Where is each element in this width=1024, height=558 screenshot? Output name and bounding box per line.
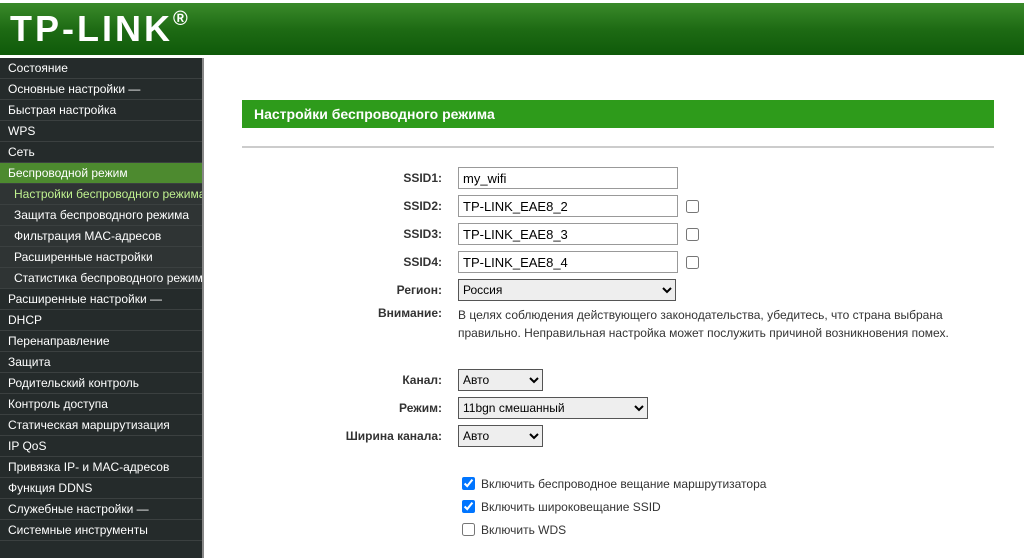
chwidth-label: Ширина канала: <box>242 429 458 443</box>
channel-select[interactable]: Авто <box>458 369 543 391</box>
page-title: Настройки беспроводного режима <box>242 100 994 128</box>
ssid1-input[interactable] <box>458 167 678 189</box>
radio-on-checkbox[interactable] <box>462 477 475 490</box>
region-label: Регион: <box>242 283 458 297</box>
sidebar-subitem[interactable]: Расширенные настройки <box>0 247 202 268</box>
sidebar-item[interactable]: Сеть <box>0 142 202 163</box>
ssid4-checkbox[interactable] <box>686 256 699 269</box>
ssid4-input[interactable] <box>458 251 678 273</box>
sidebar-item[interactable]: Статическая маршрутизация <box>0 415 202 436</box>
channel-label: Канал: <box>242 373 458 387</box>
sidebar-item[interactable]: Перенаправление <box>0 331 202 352</box>
sidebar-item[interactable]: Быстрая настройка <box>0 100 202 121</box>
sidebar-item[interactable]: Родительский контроль <box>0 373 202 394</box>
wds-checkbox[interactable] <box>462 523 475 536</box>
ssid2-checkbox[interactable] <box>686 200 699 213</box>
brand-logo: TP-LINK <box>10 8 173 50</box>
sidebar-item[interactable]: Расширенные настройки — <box>0 289 202 310</box>
ssid3-input[interactable] <box>458 223 678 245</box>
sidebar-item[interactable]: Защита <box>0 352 202 373</box>
sidebar-item[interactable]: Основные настройки — <box>0 79 202 100</box>
divider <box>242 146 994 148</box>
ssid1-label: SSID1: <box>242 171 458 185</box>
sidebar-item[interactable]: Состояние <box>0 58 202 79</box>
sidebar-item[interactable]: Служебные настройки — <box>0 499 202 520</box>
wds-label: Включить WDS <box>481 523 566 537</box>
ssid4-label: SSID4: <box>242 255 458 269</box>
mode-select[interactable]: 11bgn смешанный <box>458 397 648 419</box>
ssid3-label: SSID3: <box>242 227 458 241</box>
attention-text: В целях соблюдения действующего законода… <box>458 306 978 342</box>
sidebar-item[interactable]: Привязка IP- и MAC-адресов <box>0 457 202 478</box>
sidebar-item[interactable]: Системные инструменты <box>0 520 202 541</box>
ssid2-input[interactable] <box>458 195 678 217</box>
sidebar-item[interactable]: Функция DDNS <box>0 478 202 499</box>
sidebar-item[interactable]: IP QoS <box>0 436 202 457</box>
sidebar-item[interactable]: Контроль доступа <box>0 394 202 415</box>
chwidth-select[interactable]: Авто <box>458 425 543 447</box>
sidebar-item[interactable]: DHCP <box>0 310 202 331</box>
ssid3-checkbox[interactable] <box>686 228 699 241</box>
sidebar-subitem[interactable]: Защита беспроводного режима <box>0 205 202 226</box>
ssid-broadcast-label: Включить широковещание SSID <box>481 500 661 514</box>
sidebar-subitem[interactable]: Настройки беспроводного режима <box>0 184 202 205</box>
sidebar-subitem[interactable]: Статистика беспроводного режима <box>0 268 202 289</box>
sidebar-item[interactable]: Беспроводной режим <box>0 163 202 184</box>
main-content: Настройки беспроводного режима SSID1: SS… <box>212 58 1024 558</box>
region-select[interactable]: Россия <box>458 279 676 301</box>
sidebar-item[interactable]: WPS <box>0 121 202 142</box>
sidebar: СостояниеОсновные настройки —Быстрая нас… <box>0 58 204 558</box>
attention-label: Внимание: <box>242 306 458 320</box>
mode-label: Режим: <box>242 401 458 415</box>
brand-banner: TP-LINK® <box>0 3 1024 58</box>
ssid2-label: SSID2: <box>242 199 458 213</box>
ssid-broadcast-checkbox[interactable] <box>462 500 475 513</box>
sidebar-subitem[interactable]: Фильтрация MAC-адресов <box>0 226 202 247</box>
radio-on-label: Включить беспроводное вещание маршрутиза… <box>481 477 766 491</box>
